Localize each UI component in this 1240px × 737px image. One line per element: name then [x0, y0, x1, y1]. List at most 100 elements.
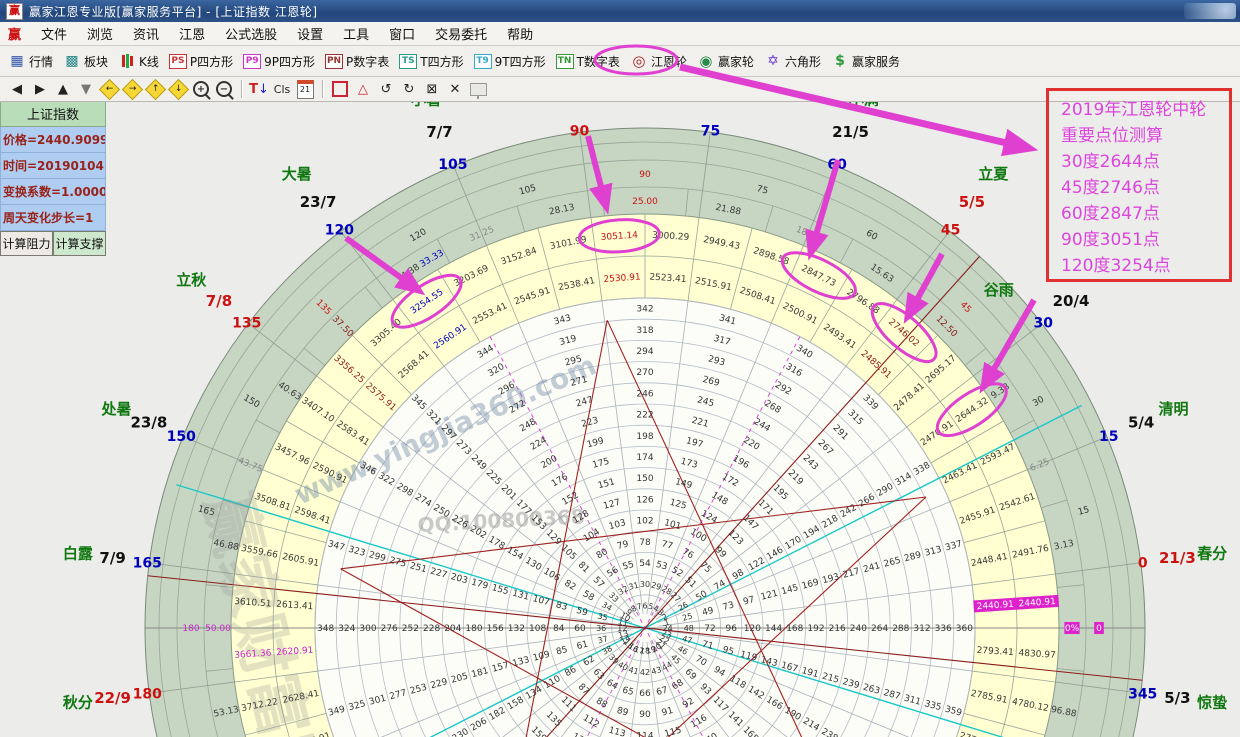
p-number-table-icon: PN — [325, 53, 343, 69]
menu-item-news[interactable]: 资讯 — [123, 22, 169, 45]
winner-wheel-icon: ◉ — [697, 53, 715, 69]
svg-text:72: 72 — [704, 624, 715, 634]
tool-nav-right-button[interactable]: ▶ — [29, 79, 51, 99]
menu-bar: 赢 文件浏览资讯江恩公式选股设置工具窗口交易委托帮助 — [0, 22, 1240, 46]
tool-triangle-tool-button[interactable]: △ — [352, 79, 374, 99]
app-icon: 赢 — [6, 3, 23, 20]
menu-item-window[interactable]: 窗口 — [379, 22, 425, 45]
svg-text:228: 228 — [423, 624, 440, 634]
tool-rotate-cw-button[interactable]: ↻ — [398, 79, 420, 99]
tool-board-button[interactable] — [467, 79, 489, 99]
tool-square-tool-button[interactable] — [329, 79, 351, 99]
svg-text:180: 180 — [465, 624, 482, 634]
menu-item-tools[interactable]: 工具 — [333, 22, 379, 45]
index-info-panel: 上证指数 价格=2440.9099时间=20190104变换系数=1.00000… — [0, 100, 106, 256]
calc-resistance-button[interactable]: 计算阻力 — [0, 231, 53, 256]
toolbar-item-winner-wheel[interactable]: ◉赢家轮 — [693, 51, 758, 72]
svg-text:324: 324 — [338, 624, 355, 634]
annotation-line: 60度2847点 — [1061, 201, 1229, 227]
svg-text:48: 48 — [684, 624, 694, 633]
toolbar-item-9p-square[interactable]: P99P四方形 — [239, 51, 319, 72]
svg-text:90: 90 — [639, 710, 651, 720]
svg-text:114: 114 — [636, 731, 653, 737]
svg-text:216: 216 — [829, 624, 846, 634]
toolbar-item-sectors[interactable]: ▩板块 — [59, 51, 112, 72]
brand-logo: 赢 — [8, 24, 21, 43]
t-square-icon: TS — [399, 53, 417, 69]
toolbar-label-t-square: T四方形 — [420, 53, 463, 70]
degree-label: 105 — [438, 157, 467, 173]
svg-text:66: 66 — [639, 689, 651, 699]
toolbar-item-winner-service[interactable]: $赢家服务 — [827, 51, 904, 72]
toolbar-item-9t-square[interactable]: T99T四方形 — [470, 51, 550, 72]
svg-text:312: 312 — [913, 624, 930, 634]
tool-time-axis-button[interactable]: T↓ — [248, 79, 270, 99]
solar-term-label: 清明 — [1158, 400, 1188, 418]
toolbar-item-p-number-table[interactable]: PNP数字表 — [321, 51, 393, 72]
calc-support-button[interactable]: 计算支撑 — [53, 231, 106, 256]
quotes-icon: ▦ — [8, 53, 26, 69]
tool-step-up-button[interactable]: ↑ — [144, 79, 166, 99]
toolbar-item-t-square[interactable]: TST四方形 — [395, 51, 467, 72]
svg-text:288: 288 — [892, 624, 909, 634]
tool-step-down-button[interactable]: ↓ — [167, 79, 189, 99]
svg-text:0: 0 — [1096, 624, 1102, 634]
degree-label: 120 — [325, 223, 354, 239]
solar-term-label: 大暑 — [282, 165, 312, 183]
solar-term-label: 立秋 — [176, 271, 207, 289]
tool-nav-left-button[interactable]: ◀ — [6, 79, 28, 99]
window-controls[interactable] — [1184, 3, 1236, 19]
t-number-table-icon: TN — [556, 53, 574, 69]
toolbar-label-quotes: 行情 — [29, 53, 53, 70]
svg-text:318: 318 — [636, 326, 653, 336]
tool-shrink-button[interactable]: ✕ — [444, 79, 466, 99]
menu-item-file[interactable]: 文件 — [31, 22, 77, 45]
svg-text:0%: 0% — [1065, 624, 1080, 634]
tool-box-select-button[interactable]: ⊠ — [421, 79, 443, 99]
9p-square-icon: P9 — [243, 53, 261, 69]
toolbar-label-gann-wheel: 江恩轮 — [651, 53, 687, 70]
toolbar-label-9p-square: 9P四方形 — [264, 53, 315, 70]
annotation-box: 2019年江恩轮中轮重要点位测算30度2644点45度2746点60度2847点… — [1046, 88, 1232, 282]
svg-text:108: 108 — [529, 624, 546, 634]
panel-row-coefficient: 变换系数=1.00000 — [0, 179, 106, 205]
toolbar-label-sectors: 板块 — [84, 53, 108, 70]
svg-text:24: 24 — [663, 624, 673, 633]
degree-label: 30 — [1034, 315, 1054, 331]
solar-term-label: 春分 — [1197, 544, 1227, 562]
tool-step-left-button[interactable]: ← — [98, 79, 120, 99]
panel-row-step: 周天变化步长=1 — [0, 205, 106, 231]
toolbar-item-gann-wheel[interactable]: ◎江恩轮 — [626, 51, 691, 72]
menu-item-help[interactable]: 帮助 — [497, 22, 543, 45]
toolbar-label-hexagon: 六角形 — [785, 53, 821, 70]
svg-text:246: 246 — [636, 389, 653, 399]
tool-cls-button[interactable]: Cls — [271, 79, 293, 99]
menu-item-settings[interactable]: 设置 — [287, 22, 333, 45]
tool-zoom-in-button[interactable]: + — [190, 79, 212, 99]
toolbar-item-kline[interactable]: K线 — [114, 51, 163, 72]
kline-icon — [118, 53, 136, 69]
menu-item-formula-stock-pick[interactable]: 公式选股 — [215, 22, 287, 45]
menu-item-gann[interactable]: 江恩 — [169, 22, 215, 45]
toolbar-item-quotes[interactable]: ▦行情 — [4, 51, 57, 72]
main-toolbar: ▦行情▩板块K线PSP四方形P99P四方形PNP数字表TST四方形T99T四方形… — [0, 46, 1240, 77]
annotation-line: 120度3254点 — [1061, 253, 1229, 279]
tool-calendar-button[interactable]: 21 — [294, 79, 316, 99]
tool-zoom-out-button[interactable]: − — [213, 79, 235, 99]
toolbar-separator — [322, 80, 324, 98]
toolbar-item-t-number-table[interactable]: TNT数字表 — [552, 51, 624, 72]
tool-nav-down-button[interactable]: ▼ — [75, 79, 97, 99]
tool-nav-up-button[interactable]: ▲ — [52, 79, 74, 99]
toolbar-item-hexagon[interactable]: ✡六角形 — [760, 51, 825, 72]
svg-text:132: 132 — [508, 624, 525, 634]
solar-term-label: 处暑 — [101, 400, 132, 418]
date-label: 21/3 — [1159, 549, 1196, 567]
menu-item-trade-entrust[interactable]: 交易委托 — [425, 22, 497, 45]
panel-row-price: 价格=2440.9099 — [0, 127, 106, 153]
tool-rotate-ccw-button[interactable]: ↺ — [375, 79, 397, 99]
degree-label: 45 — [941, 223, 960, 239]
toolbar-item-p-square[interactable]: PSP四方形 — [165, 51, 237, 72]
svg-text:126: 126 — [636, 495, 653, 505]
tool-step-right-button[interactable]: → — [121, 79, 143, 99]
menu-item-browse[interactable]: 浏览 — [77, 22, 123, 45]
